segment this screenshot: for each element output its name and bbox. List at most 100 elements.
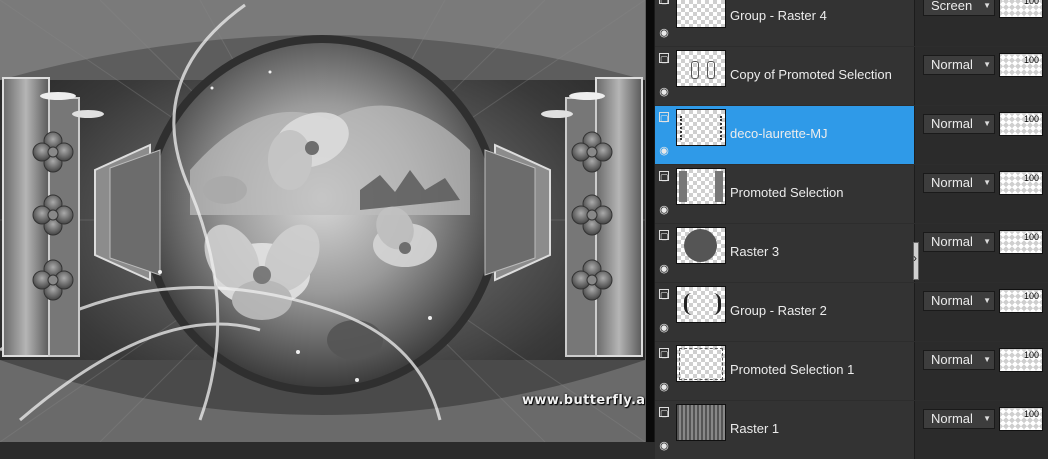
layer-name: Promoted Selection 1: [730, 362, 855, 377]
opacity-value: 100: [1023, 232, 1039, 242]
layer-name: Group - Raster 2: [730, 303, 827, 318]
chevron-down-icon: ▼: [983, 178, 991, 187]
layer-properties: Normal ▼ 100: [914, 224, 1048, 282]
opacity-field[interactable]: 100: [999, 112, 1043, 136]
opacity-value: 100: [1023, 350, 1039, 360]
layer-row[interactable]: ▢ ◉ Raster 1 Normal ▼ 100: [655, 401, 1048, 459]
blend-mode-select[interactable]: Normal ▼: [923, 291, 995, 311]
layer-row-main[interactable]: ▢ ◉ deco-laurette-MJ: [655, 106, 914, 164]
opacity-field[interactable]: 100: [999, 230, 1043, 254]
panel-splitter-handle[interactable]: [913, 242, 919, 280]
layer-row-main[interactable]: ▢ ◉ Promoted Selection 1: [655, 342, 914, 400]
chevron-down-icon: ▼: [983, 296, 991, 305]
blend-mode-value: Normal: [931, 116, 973, 131]
layer-visibility-icon[interactable]: ▢: [659, 0, 669, 5]
chevron-down-icon: ▼: [983, 414, 991, 423]
layer-visibility-icon[interactable]: ▢: [659, 53, 669, 64]
layer-row-main[interactable]: ▢ ◉ Group - Raster 2: [655, 283, 914, 341]
layer-row[interactable]: ▢ ◉ Group - Raster 4 Screen ▼ 100: [655, 0, 1048, 46]
panel-divider[interactable]: [645, 0, 655, 442]
watermark-text: www.butterfly.adv.br – Maria José: [522, 393, 645, 408]
blend-mode-select[interactable]: Normal ▼: [923, 232, 995, 252]
layer-properties: Screen ▼ 100: [914, 0, 1048, 46]
layer-row-main[interactable]: ▢ ◉ Raster 3: [655, 224, 914, 282]
layer-row-main[interactable]: ▢ ◉ Raster 1: [655, 401, 914, 459]
blend-mode-select[interactable]: Normal ▼: [923, 55, 995, 75]
layer-row[interactable]: ▢ ◉ Copy of Promoted Selection Normal ▼ …: [655, 47, 1048, 105]
texture-thumbnail: [676, 404, 726, 441]
blend-mode-value: Normal: [931, 234, 973, 249]
eye-icon[interactable]: ◉: [659, 441, 669, 452]
frame-thumbnail: [676, 345, 726, 382]
dots-thumbnail: [676, 109, 726, 146]
layer-properties: Normal ▼ 100: [914, 165, 1048, 223]
opacity-field[interactable]: 100: [999, 407, 1043, 431]
layer-visibility-icon[interactable]: ▢: [659, 230, 669, 241]
eye-icon[interactable]: ◉: [659, 146, 669, 157]
blend-mode-value: Normal: [931, 175, 973, 190]
layer-name: Group - Raster 4: [730, 8, 827, 23]
layer-row-main[interactable]: ▢ ◉ Group - Raster 4: [655, 0, 914, 46]
ornament-thumbnail: [676, 50, 726, 87]
layer-properties: Normal ▼ 100: [914, 106, 1048, 164]
eye-icon[interactable]: ◉: [659, 382, 669, 393]
layer-name: deco-laurette-MJ: [730, 126, 828, 141]
blend-mode-select[interactable]: Normal ▼: [923, 114, 995, 134]
layer-visibility-icon[interactable]: ▢: [659, 348, 669, 359]
layer-properties: Normal ▼ 100: [914, 283, 1048, 341]
layer-row[interactable]: ▢ ◉ Raster 3 Normal ▼ 100: [655, 224, 1048, 282]
chevron-down-icon: ▼: [983, 237, 991, 246]
blend-mode-value: Normal: [931, 352, 973, 367]
layer-row[interactable]: ▢ ◉ deco-laurette-MJ Normal ▼ 100: [655, 106, 1048, 164]
eye-icon[interactable]: ◉: [659, 323, 669, 334]
layer-row-main[interactable]: ▢ ◉ Promoted Selection: [655, 165, 914, 223]
eye-icon[interactable]: ◉: [659, 264, 669, 275]
opacity-field[interactable]: 100: [999, 348, 1043, 372]
opacity-field[interactable]: 100: [999, 0, 1043, 18]
layer-name: Raster 3: [730, 244, 780, 259]
chevron-down-icon: ▼: [983, 355, 991, 364]
blend-mode-value: Normal: [931, 57, 973, 72]
opacity-value: 100: [1023, 114, 1039, 124]
opacity-value: 100: [1023, 55, 1039, 65]
opacity-value: 100: [1023, 0, 1039, 6]
chevron-down-icon: ▼: [983, 119, 991, 128]
eye-icon[interactable]: ◉: [659, 87, 669, 98]
opacity-value: 100: [1023, 173, 1039, 183]
eye-icon[interactable]: ◉: [659, 28, 669, 39]
layer-row-main[interactable]: ▢ ◉ Copy of Promoted Selection: [655, 47, 914, 105]
opacity-field[interactable]: 100: [999, 289, 1043, 313]
layer-visibility-icon[interactable]: ▢: [659, 289, 669, 300]
blend-mode-select[interactable]: Screen ▼: [923, 0, 995, 16]
chevron-down-icon: ▼: [983, 60, 991, 69]
blend-mode-select[interactable]: Normal ▼: [923, 350, 995, 370]
layer-visibility-icon[interactable]: ▢: [659, 407, 669, 418]
opacity-value: 100: [1023, 409, 1039, 419]
blend-mode-value: Normal: [931, 411, 973, 426]
blend-mode-select[interactable]: Normal ▼: [923, 173, 995, 193]
blank-thumbnail: [676, 0, 726, 28]
artwork: [0, 0, 645, 442]
opacity-value: 100: [1023, 291, 1039, 301]
layers-panel: ▢ ◉ Group - Raster 4 Screen ▼ 100 ▢ ◉ Co…: [655, 0, 1048, 459]
image-canvas[interactable]: www.butterfly.adv.br – Maria José: [0, 0, 645, 442]
layer-visibility-icon[interactable]: ▢: [659, 171, 669, 182]
layer-row[interactable]: ▢ ◉ Promoted Selection Normal ▼ 100: [655, 165, 1048, 223]
layer-name: Promoted Selection: [730, 185, 844, 200]
layer-row[interactable]: ▢ ◉ Group - Raster 2 Normal ▼ 100: [655, 283, 1048, 341]
opacity-field[interactable]: 100: [999, 171, 1043, 195]
blend-mode-value: Normal: [931, 293, 973, 308]
blend-mode-select[interactable]: Normal ▼: [923, 409, 995, 429]
panel-thumbnail: [676, 168, 726, 205]
layer-row[interactable]: ▢ ◉ Promoted Selection 1 Normal ▼ 100: [655, 342, 1048, 400]
layer-visibility-icon[interactable]: ▢: [659, 112, 669, 123]
chevron-down-icon: ▼: [983, 1, 991, 10]
eye-icon[interactable]: ◉: [659, 205, 669, 216]
layer-properties: Normal ▼ 100: [914, 401, 1048, 459]
layer-name: Raster 1: [730, 421, 780, 436]
circle-thumbnail: [676, 227, 726, 264]
layer-name: Copy of Promoted Selection: [730, 67, 892, 82]
layer-properties: Normal ▼ 100: [914, 47, 1048, 105]
opacity-field[interactable]: 100: [999, 53, 1043, 77]
brackets-thumbnail: [676, 286, 726, 323]
